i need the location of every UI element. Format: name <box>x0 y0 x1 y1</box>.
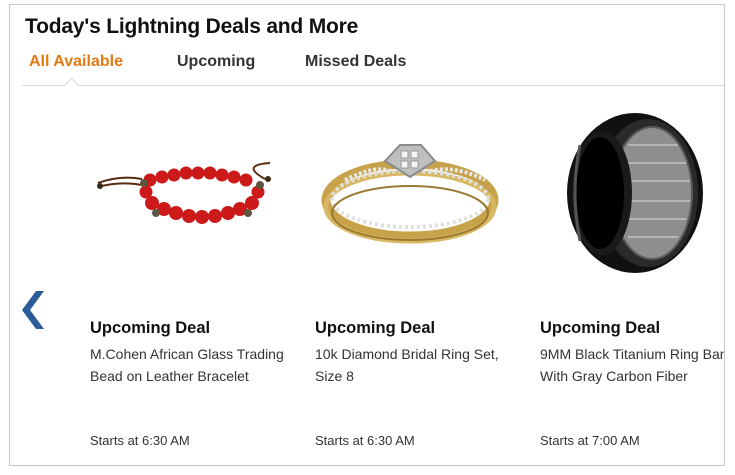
deal-status: Upcoming Deal <box>315 319 436 337</box>
tab-missed-deals[interactable]: Missed Deals <box>305 53 406 71</box>
black-titanium-ring-image <box>567 113 703 273</box>
lightning-deals-widget: Today's Lightning Deals and More All Ava… <box>9 4 725 466</box>
deal-title-link[interactable]: 10k Diamond Bridal Ring Set, Size 8 <box>315 343 515 387</box>
deal-title-link[interactable]: M.Cohen African Glass Trading Bead on Le… <box>90 343 290 387</box>
previous-button[interactable] <box>22 287 50 333</box>
chevron-left-icon <box>22 291 44 329</box>
tab-divider <box>22 85 724 86</box>
deal-image[interactable] <box>540 105 724 285</box>
deal-start-time: Starts at 6:30 AM <box>90 433 190 448</box>
deal-image[interactable] <box>90 105 300 285</box>
active-tab-caret <box>63 77 80 94</box>
deal-status: Upcoming Deal <box>540 319 661 337</box>
tab-all-available[interactable]: All Available <box>29 53 123 71</box>
deal-title-link[interactable]: 9MM Black Titanium Ring Band With Gray C… <box>540 343 724 387</box>
deal-status: Upcoming Deal <box>90 319 211 337</box>
deal-image[interactable] <box>315 105 525 285</box>
red-bead-bracelet-image <box>97 162 271 224</box>
deal-start-time: Starts at 7:00 AM <box>540 433 640 448</box>
gold-diamond-ring-set-image <box>321 144 499 244</box>
tab-upcoming[interactable]: Upcoming <box>177 53 255 71</box>
widget-title: Today's Lightning Deals and More <box>25 15 359 38</box>
deal-start-time: Starts at 6:30 AM <box>315 433 415 448</box>
